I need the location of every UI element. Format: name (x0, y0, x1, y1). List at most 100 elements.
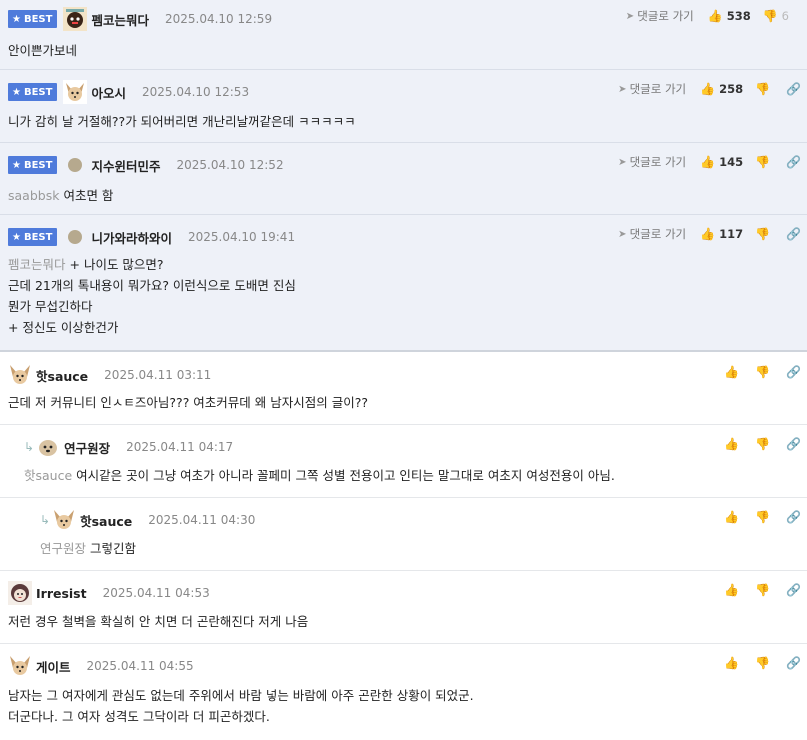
comment-date: 2025.04.11 04:30 (148, 513, 256, 527)
downvote-button[interactable]: 👎 6 (763, 9, 789, 23)
avatar[interactable] (8, 654, 32, 678)
thumbs-down-icon: 👎 (755, 82, 771, 96)
reply-item: ↳ 핫sauce 2025.04.11 04:30 👍 👎 🔗 연구원장 그렇긴함 (0, 498, 807, 571)
downvote-button[interactable]: 👎 (755, 437, 774, 451)
downvote-button[interactable]: 👎 (755, 82, 774, 96)
upvote-button[interactable]: 👍 258 (700, 82, 743, 96)
send-icon: ➤ (618, 156, 627, 168)
go-to-comment-link[interactable]: ➤ 댓글로 가기 (626, 8, 694, 24)
link-icon[interactable]: 🔗 (786, 227, 801, 241)
avatar[interactable] (63, 7, 88, 31)
comment-item: 핫sauce 2025.04.11 03:11 👍 👎 🔗 근데 저 커뮤니티 … (0, 352, 807, 425)
upvote-button[interactable]: 👍 (724, 437, 743, 451)
upvote-button[interactable]: 👍 538 (708, 9, 751, 23)
send-icon: ➤ (625, 10, 635, 22)
downvote-button[interactable]: 👎 (755, 155, 774, 169)
avatar[interactable] (52, 508, 77, 532)
best-badge: ★ BEST (8, 156, 58, 174)
thumbs-up-icon: 👍 (724, 365, 740, 379)
star-icon: ★ (12, 86, 21, 98)
link-icon[interactable]: 🔗 (786, 365, 801, 379)
downvote-button[interactable]: 👎 (755, 227, 774, 241)
link-icon[interactable]: 🔗 (786, 155, 801, 169)
star-icon: ★ (12, 13, 21, 25)
link-icon[interactable]: 🔗 (786, 656, 801, 670)
downvote-button[interactable]: 👎 (755, 656, 774, 670)
avatar[interactable] (8, 363, 32, 387)
best-badge: ★ BEST (8, 10, 58, 28)
downvote-button[interactable]: 👎 (755, 583, 774, 597)
comment-item: ★ BEST 니가와라하와이 2025.04.10 19:41 ➤ 댓글로 가기 👍… (0, 215, 807, 352)
comment-author[interactable]: 아오시 (91, 83, 126, 102)
mention[interactable]: 연구원장 (40, 541, 86, 556)
best-badge: ★ BEST (8, 228, 58, 246)
comment-author[interactable]: 핫sauce (36, 366, 88, 385)
mention[interactable]: 펨코는뭐다 (8, 257, 66, 272)
comment-body: 안이쁜가보네 (8, 43, 78, 58)
send-icon: ➤ (618, 228, 627, 240)
link-icon[interactable]: 🔗 (786, 82, 801, 96)
upvote-button[interactable]: 👍 117 (700, 227, 743, 241)
star-icon: ★ (12, 159, 21, 171)
comment-date: 2025.04.11 03:11 (104, 368, 212, 382)
upvote-button[interactable]: 👍 (724, 510, 743, 524)
thumbs-up-icon: 👍 (700, 227, 716, 241)
reply-arrow-icon: ↳ (24, 440, 35, 454)
comment-body: 펨코는뭐다 + 나이도 많으면? 근데 21개의 톡내용이 뭐가요? 이런식으로 … (8, 257, 296, 335)
comment-date: 2025.04.10 12:53 (141, 85, 250, 99)
thumbs-up-icon: 👍 (724, 583, 740, 597)
comment-list: ★ BEST 펨코는뭐다 2025.04.10 12:59 ➤ 댓글로 가기 👍 53… (0, 0, 807, 738)
downvote-button[interactable]: 👎 (755, 510, 774, 524)
thumbs-up-icon: 👍 (700, 82, 716, 96)
comment-date: 2025.04.11 04:53 (102, 586, 210, 600)
thumbs-up-icon: 👍 (700, 155, 716, 169)
best-badge: ★ BEST (8, 83, 58, 101)
thumbs-up-icon: 👍 (707, 9, 723, 23)
thumbs-up-icon: 👍 (724, 510, 740, 524)
thumbs-up-icon: 👍 (724, 437, 740, 451)
link-icon[interactable]: 🔗 (786, 583, 801, 597)
downvote-button[interactable]: 👎 (755, 365, 774, 379)
comment-body: saabbsk 여초면 함 (8, 188, 114, 203)
avatar[interactable] (8, 581, 32, 605)
comment-author[interactable]: Irresist (36, 586, 87, 601)
avatar[interactable] (63, 80, 88, 104)
comment-item: ★ BEST 펨코는뭐다 2025.04.10 12:59 ➤ 댓글로 가기 👍 53… (0, 0, 807, 70)
avatar[interactable] (68, 230, 83, 244)
avatar[interactable] (68, 158, 83, 172)
comment-author[interactable]: 니가와라하와이 (91, 228, 172, 247)
go-to-comment-link[interactable]: ➤ 댓글로 가기 (618, 154, 686, 170)
reply-arrow-icon: ↳ (40, 513, 51, 527)
comment-author[interactable]: 지수윈터민주 (91, 156, 160, 175)
thumbs-down-icon: 👎 (755, 155, 771, 169)
thumbs-up-icon: 👍 (724, 656, 740, 670)
comment-date: 2025.04.10 12:59 (164, 12, 273, 26)
thumbs-down-icon: 👎 (755, 227, 771, 241)
comment-author[interactable]: 게이트 (36, 657, 71, 676)
reply-item: ↳ 연구원장 2025.04.11 04:17 👍 👎 🔗 핫sauce 여시같은… (0, 425, 807, 498)
star-icon: ★ (12, 231, 21, 243)
link-icon[interactable]: 🔗 (786, 437, 801, 451)
comment-date: 2025.04.10 19:41 (187, 230, 296, 244)
upvote-button[interactable]: 👍 (724, 656, 743, 670)
upvote-button[interactable]: 👍 (724, 365, 743, 379)
link-icon[interactable]: 🔗 (786, 510, 801, 524)
upvote-button[interactable]: 👍 145 (700, 155, 743, 169)
comment-body: 저런 경우 철벽을 확실히 안 치면 더 곤란해진다 저게 나음 (8, 614, 309, 629)
comment-author[interactable]: 핫sauce (80, 511, 132, 530)
comment-author[interactable]: 연구원장 (64, 438, 110, 457)
comment-body: 핫sauce 여시같은 곳이 그냥 여초가 아니라 꼴페미 그쪽 성별 전용이고 … (24, 468, 615, 483)
comment-item: ★ BEST 아오시 2025.04.10 12:53 ➤ 댓글로 가기 👍 258 … (0, 70, 807, 143)
mention[interactable]: saabbsk (8, 188, 59, 203)
comment-body: 근데 저 커뮤니티 인ㅅㅌ즈아님??? 여초커뮤데 왜 남자시점의 글이?? (8, 395, 368, 410)
send-icon: ➤ (618, 83, 627, 95)
avatar[interactable] (36, 435, 61, 459)
thumbs-down-icon: 👎 (755, 583, 771, 597)
go-to-comment-link[interactable]: ➤ 댓글로 가기 (618, 81, 686, 97)
mention[interactable]: 핫sauce (24, 468, 72, 483)
comment-date: 2025.04.11 04:55 (86, 659, 194, 673)
thumbs-down-icon: 👎 (755, 656, 771, 670)
comment-author[interactable]: 펨코는뭐다 (91, 10, 149, 29)
go-to-comment-link[interactable]: ➤ 댓글로 가기 (618, 226, 686, 242)
upvote-button[interactable]: 👍 (724, 583, 743, 597)
